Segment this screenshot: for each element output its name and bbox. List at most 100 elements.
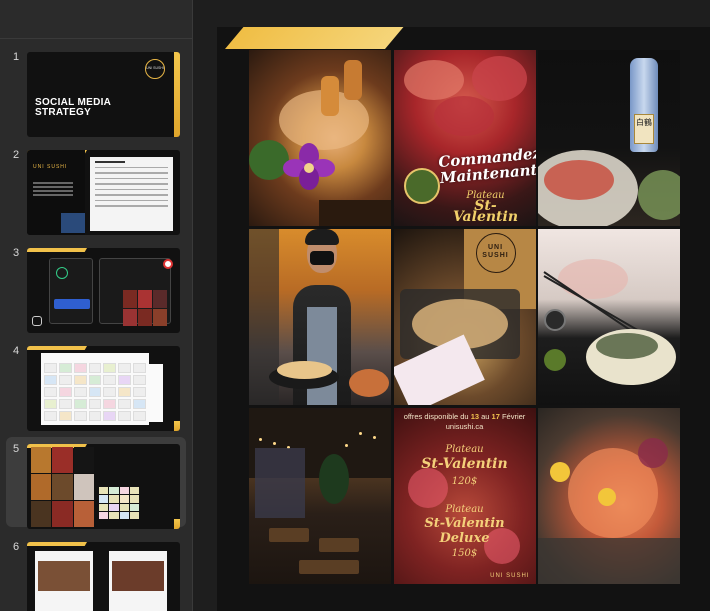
image-tile <box>61 213 85 233</box>
sushi-piece <box>344 60 362 100</box>
slide-preview: SOCIAL MEDIA STRATEGY UNI SUSHI <box>27 52 180 137</box>
wasabi-dish <box>544 349 566 371</box>
slide-preview <box>27 248 180 333</box>
gold-accent <box>27 346 88 350</box>
bottle-label: 白鶴 <box>634 114 654 144</box>
sushi-roll <box>596 333 658 359</box>
photo-grid <box>31 447 94 527</box>
menu-item1-price: 120$ <box>451 476 478 487</box>
sushi-roll <box>544 160 614 200</box>
chef-mask <box>310 251 334 265</box>
slide-number: 3 <box>13 247 20 259</box>
chef-apron <box>307 307 337 405</box>
slide-thumbnail-1[interactable]: 1 SOCIAL MEDIA STRATEGY UNI SUSHI <box>6 45 186 137</box>
hand <box>558 259 628 299</box>
sidebar-header <box>0 0 193 39</box>
gold-accent <box>27 542 88 546</box>
sushi-rolls <box>277 361 332 379</box>
photo-chopsticks[interactable] <box>538 229 680 405</box>
brand-mark: UNI SUSHI <box>490 573 530 579</box>
orchid-flower <box>283 143 335 190</box>
sashimi <box>403 60 464 100</box>
offer-suffix: Février <box>499 412 526 421</box>
photo-promo-commandez[interactable]: Commandez Maintenant! Plateau St-Valenti… <box>393 50 536 226</box>
gold-accent <box>174 52 180 137</box>
photo-takeout[interactable]: UNI SUSHI <box>393 229 536 405</box>
menu-item2-small: Plateau <box>445 504 484 515</box>
slide-number: 2 <box>13 149 20 161</box>
slide-preview <box>27 444 180 529</box>
presentation-editor: 1 SOCIAL MEDIA STRATEGY UNI SUSHI 2 UNI … <box>0 0 710 611</box>
brand-logo: UNI SUSHI <box>33 164 68 170</box>
promo-sub-big: St-Valentin <box>452 198 519 225</box>
promo-headline: Commandez Maintenant! <box>437 144 536 188</box>
offer-mid: au <box>479 412 492 421</box>
plant <box>319 454 349 504</box>
photo-sushi-platter[interactable] <box>249 50 391 226</box>
calendar-preview <box>41 353 149 425</box>
micro-greens <box>638 438 668 468</box>
sushi-piece <box>321 76 339 116</box>
photo-restaurant-interior[interactable] <box>249 408 391 584</box>
slide-thumbnail-3[interactable]: 3 <box>6 241 186 333</box>
website: unisushi.ca <box>445 422 484 431</box>
photo-salmon-dish[interactable] <box>538 408 680 584</box>
gold-accent <box>174 421 180 431</box>
post-mockup <box>109 551 167 611</box>
menu-item2-big: St-Valentin Deluxe <box>424 516 505 546</box>
dining-table <box>319 538 359 552</box>
offer-day1: 13 <box>470 412 480 421</box>
slide-number: 6 <box>13 541 20 553</box>
pinterest-icon <box>163 259 173 269</box>
photo-chef[interactable] <box>249 229 391 405</box>
slide-thumbnail-2[interactable]: 2 UNI SUSHI <box>6 143 186 235</box>
offer-dates: offres disponible du 13 au 17 Février un… <box>394 412 536 432</box>
sushi-icon <box>403 168 440 204</box>
slide-preview: UNI SUSHI <box>27 150 180 235</box>
legend-panel <box>149 364 163 422</box>
plate-shadow <box>538 538 680 584</box>
garnish <box>638 170 680 220</box>
offer-day2: 17 <box>491 412 500 421</box>
wood-board <box>319 200 391 226</box>
menu-item2-price: 150$ <box>451 548 478 559</box>
gold-accent <box>174 519 180 529</box>
menu-item1-small: Plateau <box>445 444 484 455</box>
slide-canvas[interactable]: Commandez Maintenant! Plateau St-Valenti… <box>217 27 710 611</box>
phone-mockup <box>49 258 93 324</box>
calendar-preview <box>99 487 139 519</box>
slide-preview <box>27 542 180 611</box>
slide-thumbnail-6[interactable]: 6 <box>6 535 186 611</box>
sashimi <box>471 56 527 101</box>
slide-number: 1 <box>13 51 20 63</box>
slide-sidebar: 1 SOCIAL MEDIA STRATEGY UNI SUSHI 2 UNI … <box>0 0 193 611</box>
slide-title: SOCIAL MEDIA STRATEGY <box>35 97 111 118</box>
text-lines <box>33 182 73 198</box>
dining-table <box>269 528 309 542</box>
slide-number: 5 <box>13 443 20 455</box>
instagram-photo-grid: Commandez Maintenant! Plateau St-Valenti… <box>249 50 680 586</box>
photo-sake-bottle[interactable]: 白鶴 <box>538 50 680 226</box>
slide-number: 4 <box>13 345 20 357</box>
slide-preview <box>27 346 180 431</box>
heart-decoration <box>407 468 448 508</box>
info-panel <box>90 157 173 231</box>
offer-prefix: offres disponible du <box>403 412 471 421</box>
dining-table <box>299 560 359 574</box>
chef-cap <box>305 229 339 245</box>
bag-logo: UNI SUSHI <box>475 233 516 273</box>
mango <box>550 462 570 482</box>
menu-item1-big: St-Valentin <box>421 456 508 472</box>
gold-accent <box>27 248 88 252</box>
slide-thumbnail-5[interactable]: 5 <box>6 437 186 529</box>
photo-valentine-menu[interactable]: offres disponible du 13 au 17 Février un… <box>393 408 536 584</box>
slide-thumbnail-4[interactable]: 4 <box>6 339 186 431</box>
photo-grid <box>123 290 167 326</box>
post-mockup <box>35 551 93 611</box>
dish <box>349 369 389 397</box>
promo-subtitle: Plateau St-Valentin <box>446 190 526 225</box>
brand-logo: UNI SUSHI <box>145 59 165 79</box>
sauce-dish <box>544 309 566 331</box>
gold-accent-band <box>225 27 404 49</box>
window <box>255 448 305 518</box>
